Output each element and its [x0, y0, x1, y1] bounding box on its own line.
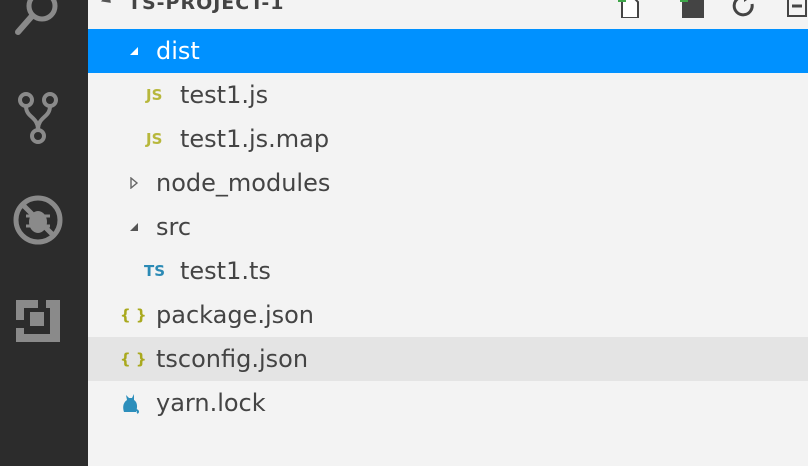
- collapse-all-button[interactable]: [784, 0, 808, 18]
- tree-item-label: package.json: [156, 301, 315, 329]
- refresh-button[interactable]: [732, 0, 756, 18]
- activity-bar: [0, 0, 88, 466]
- chevron-down-icon: [130, 47, 138, 55]
- explorer-section-header[interactable]: TS-PROJECT-1: [88, 0, 808, 20]
- tree-item-label: node_modules: [156, 169, 331, 197]
- chevron-down-icon: [130, 223, 138, 231]
- json-file-icon: { }: [120, 350, 147, 368]
- json-file-icon: { }: [120, 306, 147, 324]
- tree-item-label: tsconfig.json: [156, 345, 309, 373]
- new-file-button[interactable]: [618, 0, 642, 19]
- new-folder-button[interactable]: [680, 0, 704, 18]
- js-file-icon: JS: [146, 130, 163, 148]
- project-title: TS-PROJECT-1: [128, 0, 285, 14]
- extensions-icon[interactable]: [10, 292, 66, 348]
- tree-item-label: test1.js.map: [180, 125, 330, 153]
- tree-item-test1-js[interactable]: JS test1.js: [88, 73, 808, 117]
- tree-item-label: yarn.lock: [156, 389, 266, 417]
- tree-item-dist[interactable]: dist: [88, 29, 808, 73]
- tree-item-label: dist: [156, 37, 200, 65]
- tree-item-label: test1.js: [180, 81, 269, 109]
- search-icon[interactable]: [10, 0, 66, 42]
- tree-item-label: src: [156, 213, 192, 241]
- ts-file-icon: TS: [144, 262, 166, 280]
- chevron-right-icon: [130, 177, 139, 189]
- tree-item-src[interactable]: src: [88, 205, 808, 249]
- chevron-down-icon: [100, 0, 116, 8]
- js-file-icon: JS: [146, 86, 163, 104]
- debug-icon[interactable]: [10, 192, 66, 248]
- tree-item-node-modules[interactable]: node_modules: [88, 161, 808, 205]
- tree-item-test1-ts[interactable]: TS test1.ts: [88, 249, 808, 293]
- explorer-panel: TS-PROJECT-1 dist JS test1.js JS test1.j…: [88, 0, 808, 466]
- tree-item-test1-js-map[interactable]: JS test1.js.map: [88, 117, 808, 161]
- yarn-cat-icon: [123, 394, 140, 414]
- tree-item-tsconfig-json[interactable]: { } tsconfig.json: [88, 337, 808, 381]
- source-control-icon[interactable]: [10, 90, 66, 146]
- tree-item-yarn-lock[interactable]: yarn.lock: [88, 381, 808, 425]
- tree-item-label: test1.ts: [180, 257, 271, 285]
- tree-item-package-json[interactable]: { } package.json: [88, 293, 808, 337]
